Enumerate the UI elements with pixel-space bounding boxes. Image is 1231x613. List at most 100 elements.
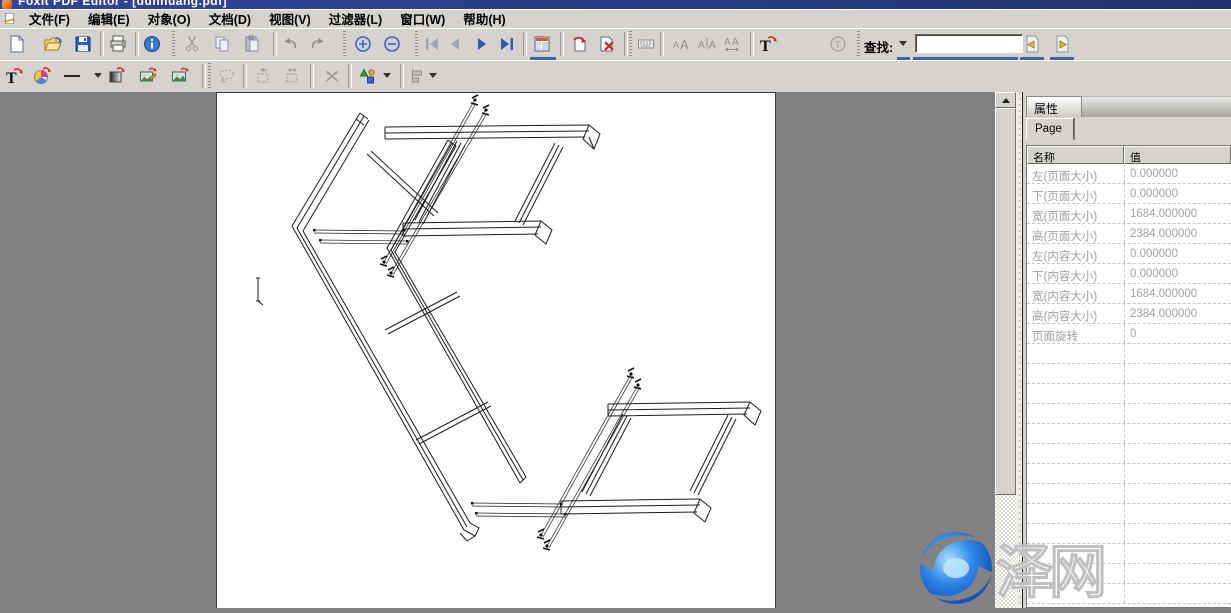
redo-button[interactable] — [306, 32, 330, 56]
property-row[interactable]: 下(内容大小)0.000000 — [1027, 264, 1231, 284]
previous-page-button[interactable] — [443, 32, 467, 56]
property-name: 左(内容大小) — [1027, 244, 1124, 263]
property-value[interactable]: 0.000000 — [1124, 184, 1231, 203]
property-value[interactable]: 0.000000 — [1124, 264, 1231, 283]
menu-view[interactable]: 视图(V) — [260, 8, 320, 30]
empty-row — [1027, 524, 1231, 544]
property-row[interactable]: 宽(页面大小)1684.000000 — [1027, 204, 1231, 224]
toolbar-grip[interactable] — [343, 31, 346, 57]
menu-object[interactable]: 对象(O) — [139, 8, 200, 30]
line-style-button[interactable] — [60, 64, 84, 88]
font-kerning-button[interactable]: AA — [695, 32, 719, 56]
find-input[interactable] — [915, 34, 1023, 53]
delete-page-button[interactable] — [595, 32, 619, 56]
scrollbar-thumb[interactable] — [995, 108, 1016, 495]
property-value[interactable]: 2384.000000 — [1124, 304, 1231, 323]
gradient-icon — [107, 66, 127, 86]
menu-edit[interactable]: 编辑(E) — [79, 8, 139, 30]
menu-filter[interactable]: 过滤器(L) — [320, 8, 391, 30]
toolbar-grip[interactable] — [629, 31, 632, 57]
flip-selection-button[interactable] — [320, 64, 344, 88]
insert-page-button[interactable] — [568, 32, 592, 56]
toolbar-grip[interactable] — [172, 31, 175, 57]
toolbar-grip[interactable] — [208, 63, 211, 89]
menu-file[interactable]: 文件(F) — [20, 8, 79, 30]
separator — [660, 32, 664, 56]
property-row[interactable]: 高(内容大小)2384.000000 — [1027, 304, 1231, 324]
toolbar-grip[interactable] — [857, 31, 860, 57]
column-header-value[interactable]: 值 — [1124, 146, 1231, 164]
new-document-button[interactable] — [5, 32, 29, 56]
separator — [100, 32, 104, 56]
rotate-selection-left-button[interactable] — [251, 64, 275, 88]
print-icon — [108, 34, 128, 54]
menu-help[interactable]: 帮助(H) — [454, 8, 514, 30]
vertical-scrollbar[interactable] — [995, 92, 1016, 608]
svg-text:T: T — [760, 38, 771, 54]
align-objects-button[interactable] — [406, 64, 430, 88]
open-button[interactable] — [41, 32, 65, 56]
empty-row — [1027, 444, 1231, 464]
property-value[interactable]: 0.000000 — [1124, 164, 1231, 183]
properties-panel-title[interactable]: 属性 — [1026, 96, 1082, 117]
print-button[interactable] — [106, 32, 130, 56]
paste-button[interactable] — [240, 32, 264, 56]
keyboard-button[interactable] — [634, 32, 658, 56]
svg-text:T: T — [835, 40, 841, 51]
previous-page-icon — [445, 34, 465, 54]
menu-window[interactable]: 窗口(W) — [391, 8, 454, 30]
undo-button[interactable] — [278, 32, 302, 56]
find-dropdown-caret[interactable] — [899, 41, 907, 46]
first-page-button[interactable] — [420, 32, 444, 56]
property-row[interactable]: 高(页面大小)2384.000000 — [1027, 224, 1231, 244]
align-caret[interactable] — [429, 73, 437, 78]
rotate-selection-right-button[interactable] — [280, 64, 304, 88]
add-image-button[interactable] — [168, 64, 192, 88]
shapes-caret[interactable] — [383, 73, 391, 78]
add-gradient-button[interactable] — [105, 64, 129, 88]
find-next-icon — [1052, 34, 1072, 54]
scroll-up-button[interactable] — [995, 92, 1016, 108]
menu-document[interactable]: 文档(D) — [200, 8, 260, 30]
toolbar-objects: T — [0, 60, 1231, 93]
property-row[interactable]: 下(页面大小)0.000000 — [1027, 184, 1231, 204]
property-row[interactable]: 左(内容大小)0.000000 — [1027, 244, 1231, 264]
font-width-button[interactable]: AA — [720, 32, 744, 56]
property-value[interactable]: 1684.000000 — [1124, 204, 1231, 223]
property-name: 宽(内容大小) — [1027, 284, 1124, 303]
property-name: 宽(页面大小) — [1027, 204, 1124, 223]
document-info-button[interactable] — [140, 32, 164, 56]
column-header-name[interactable]: 名称 — [1027, 146, 1124, 164]
property-value[interactable]: 1684.000000 — [1124, 284, 1231, 303]
next-page-button[interactable] — [470, 32, 494, 56]
toolbar-grip[interactable] — [415, 31, 418, 57]
copy-button[interactable] — [210, 32, 234, 56]
last-page-button[interactable] — [495, 32, 519, 56]
font-size-button[interactable]: AA — [670, 32, 694, 56]
save-button[interactable] — [71, 32, 95, 56]
cut-icon — [182, 34, 202, 54]
property-value[interactable]: 2384.000000 — [1124, 224, 1231, 243]
property-value[interactable]: 0 — [1124, 324, 1231, 343]
property-row[interactable]: 宽(内容大小)1684.000000 — [1027, 284, 1231, 304]
property-row[interactable]: 左(页面大小)0.000000 — [1027, 164, 1231, 184]
property-row[interactable]: 页面旋转0 — [1027, 324, 1231, 344]
cut-button[interactable] — [180, 32, 204, 56]
insert-shapes-button[interactable] — [356, 64, 380, 88]
add-text-object-button[interactable]: T — [2, 64, 26, 88]
add-text-button[interactable]: T — [756, 32, 780, 56]
pdf-page[interactable] — [216, 92, 776, 608]
line-style-caret[interactable] — [94, 73, 102, 78]
lasso-select-button[interactable] — [215, 64, 239, 88]
page-layout-button[interactable] — [530, 32, 554, 56]
tab-page[interactable]: Page — [1026, 118, 1074, 140]
edit-image-button[interactable] — [136, 64, 160, 88]
property-value[interactable]: 0.000000 — [1124, 244, 1231, 263]
find-previous-button[interactable] — [1020, 32, 1044, 56]
find-next-button[interactable] — [1050, 32, 1074, 56]
zoom-in-button[interactable] — [351, 32, 375, 56]
text-tool-button[interactable]: T — [826, 32, 850, 56]
panel-splitter[interactable] — [1016, 92, 1023, 608]
zoom-out-button[interactable] — [380, 32, 404, 56]
add-color-button[interactable] — [30, 64, 54, 88]
